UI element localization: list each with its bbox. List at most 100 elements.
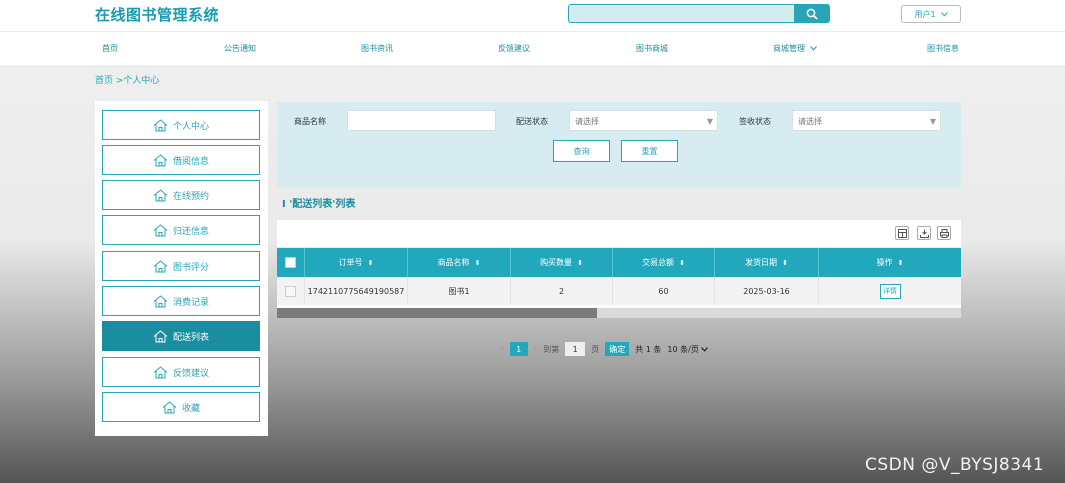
sidebar-item-label: 反馈建议 (172, 368, 209, 379)
goto-page-input[interactable]: 1 (565, 342, 586, 356)
sidebar-item-label: 消费记录 (172, 297, 209, 308)
columns-icon (897, 228, 907, 238)
horizontal-scrollbar[interactable] (277, 308, 961, 318)
page-label: 页 (591, 344, 600, 354)
sidebar-item-label: 借阅信息 (172, 156, 209, 167)
column-header-label: 发货日期 (745, 258, 778, 267)
home-icon (153, 365, 168, 378)
sidebar-item-label: 收藏 (181, 403, 200, 414)
chevron-down-icon: ▼ (929, 117, 936, 126)
table-row: 1742110775649190587 图书1 2 60 2025-03-16 … (277, 277, 961, 305)
search-box (568, 4, 830, 23)
chevron-down-icon: ▼ (706, 117, 713, 126)
scrollbar-thumb[interactable] (277, 308, 597, 318)
nav-item-book-info[interactable]: 图书信息 (927, 43, 959, 54)
site-title: 在线图书管理系统 (95, 6, 220, 24)
user-menu-button[interactable]: 用户1 (901, 5, 961, 23)
sort-icon: ⬍ (577, 258, 583, 267)
query-button[interactable]: 查询 (553, 140, 610, 162)
search-button[interactable] (794, 4, 830, 23)
delivery-status-label: 配送状态 (516, 117, 548, 126)
sort-icon: ⬍ (474, 258, 481, 267)
sidebar-item-label: 配送列表 (172, 332, 209, 343)
receipt-status-value: 请选择 (798, 117, 822, 126)
sidebar-item-consumption-record[interactable]: 消费记录 (102, 286, 260, 316)
cell-product: 图书1 (408, 277, 511, 305)
home-icon (153, 329, 168, 342)
sidebar-item-book-rating[interactable]: 图书评分 (102, 251, 260, 281)
print-button[interactable] (937, 226, 951, 240)
delivery-table: 订单号 ⬍ 商品名称 ⬍ 购买数量 ⬍ 交易总额 ⬍ 发货日期 ⬍ 操作 ⬍ 1742110… (277, 248, 961, 318)
select-all-cell (277, 248, 305, 277)
column-header-label: 购买数量 (540, 258, 573, 267)
top-header: 在线图书管理系统 用户1 (0, 0, 1065, 31)
home-icon (153, 223, 168, 236)
sidebar: 个人中心 借阅信息 在线预约 归还信息 图书评分 消费记录 配送列表 反馈建议 … (95, 101, 268, 436)
column-header-order-no[interactable]: 订单号 ⬍ (305, 248, 408, 277)
print-icon (939, 228, 949, 238)
filter-panel: 商品名称 配送状态 请选择 ▼ 签收状态 请选择 ▼ 查询 重置 (277, 102, 961, 188)
sort-icon: ⬍ (367, 258, 374, 267)
nav-item-mall-manage-label: 商城管理 (773, 44, 805, 53)
sidebar-item-return-info[interactable]: 归还信息 (102, 215, 260, 245)
row-select-cell (277, 277, 305, 305)
sort-icon: ⬍ (679, 258, 685, 267)
delivery-status-value: 请选择 (575, 117, 599, 126)
sidebar-item-delivery-list[interactable]: 配送列表 (102, 321, 260, 351)
sidebar-item-label: 在线预约 (172, 191, 209, 202)
column-header-total[interactable]: 交易总额 ⬍ (613, 248, 715, 277)
sidebar-item-borrow-info[interactable]: 借阅信息 (102, 145, 260, 175)
watermark: CSDN @V_BYSJ8341 (865, 455, 1045, 475)
next-page-button[interactable]: › (534, 344, 538, 354)
export-button[interactable] (917, 226, 931, 240)
nav-item-book-mall[interactable]: 图书商城 (636, 43, 668, 54)
sort-icon: ⬍ (897, 258, 904, 267)
column-header-action[interactable]: 操作 ⬍ (819, 248, 961, 277)
cell-action: 详情 (819, 277, 961, 305)
sort-icon: ⬍ (782, 258, 788, 267)
home-icon (162, 400, 177, 413)
column-header-qty[interactable]: 购买数量 ⬍ (511, 248, 613, 277)
sidebar-item-online-reservation[interactable]: 在线预约 (102, 180, 260, 210)
product-name-input[interactable] (347, 110, 496, 131)
sidebar-item-label: 个人中心 (172, 121, 209, 132)
column-header-ship-date[interactable]: 发货日期 ⬍ (715, 248, 819, 277)
nav-item-mall-manage[interactable]: 商城管理 (773, 43, 817, 54)
nav-item-home[interactable]: 首页 (102, 43, 118, 54)
column-header-label: 订单号 (338, 258, 363, 267)
chevron-down-icon (809, 46, 817, 51)
sidebar-item-label: 归还信息 (172, 226, 209, 237)
home-icon (153, 118, 168, 131)
column-header-product[interactable]: 商品名称 ⬍ (408, 248, 511, 277)
search-icon (806, 8, 818, 20)
search-input[interactable] (568, 4, 795, 23)
receipt-status-label: 签收状态 (739, 117, 771, 126)
home-icon (153, 259, 168, 272)
delivery-status-select[interactable]: 请选择 ▼ (569, 110, 718, 131)
total-count: 共 1 条 (635, 344, 662, 354)
page-size-select[interactable]: 10 条/页 (667, 344, 708, 355)
prev-page-button[interactable]: ‹ (500, 344, 504, 354)
select-all-checkbox[interactable] (285, 257, 296, 268)
receipt-status-select[interactable]: 请选择 ▼ (792, 110, 941, 131)
cell-qty: 2 (511, 277, 613, 305)
export-icon (919, 229, 929, 238)
sidebar-item-feedback[interactable]: 反馈建议 (102, 357, 260, 387)
page-number-current[interactable]: 1 (509, 342, 528, 356)
nav-item-book-news[interactable]: 图书资讯 (361, 43, 393, 54)
column-header-label: 商品名称 (437, 258, 470, 267)
sidebar-item-favorites[interactable]: 收藏 (102, 392, 260, 422)
reset-button[interactable]: 重置 (621, 140, 678, 162)
detail-button[interactable]: 详情 (879, 283, 901, 299)
nav-item-feedback[interactable]: 反馈建议 (498, 43, 530, 54)
columns-toggle-button[interactable] (895, 226, 909, 240)
cell-total: 60 (613, 277, 715, 305)
home-icon (153, 188, 168, 201)
row-checkbox[interactable] (285, 285, 296, 297)
nav-item-notices[interactable]: 公告通知 (224, 43, 256, 54)
goto-confirm-button[interactable]: 确定 (605, 342, 630, 356)
sidebar-item-personal-center[interactable]: 个人中心 (102, 110, 260, 140)
chevron-down-icon (700, 346, 708, 352)
home-icon (153, 294, 168, 307)
sidebar-item-label: 图书评分 (172, 262, 209, 273)
